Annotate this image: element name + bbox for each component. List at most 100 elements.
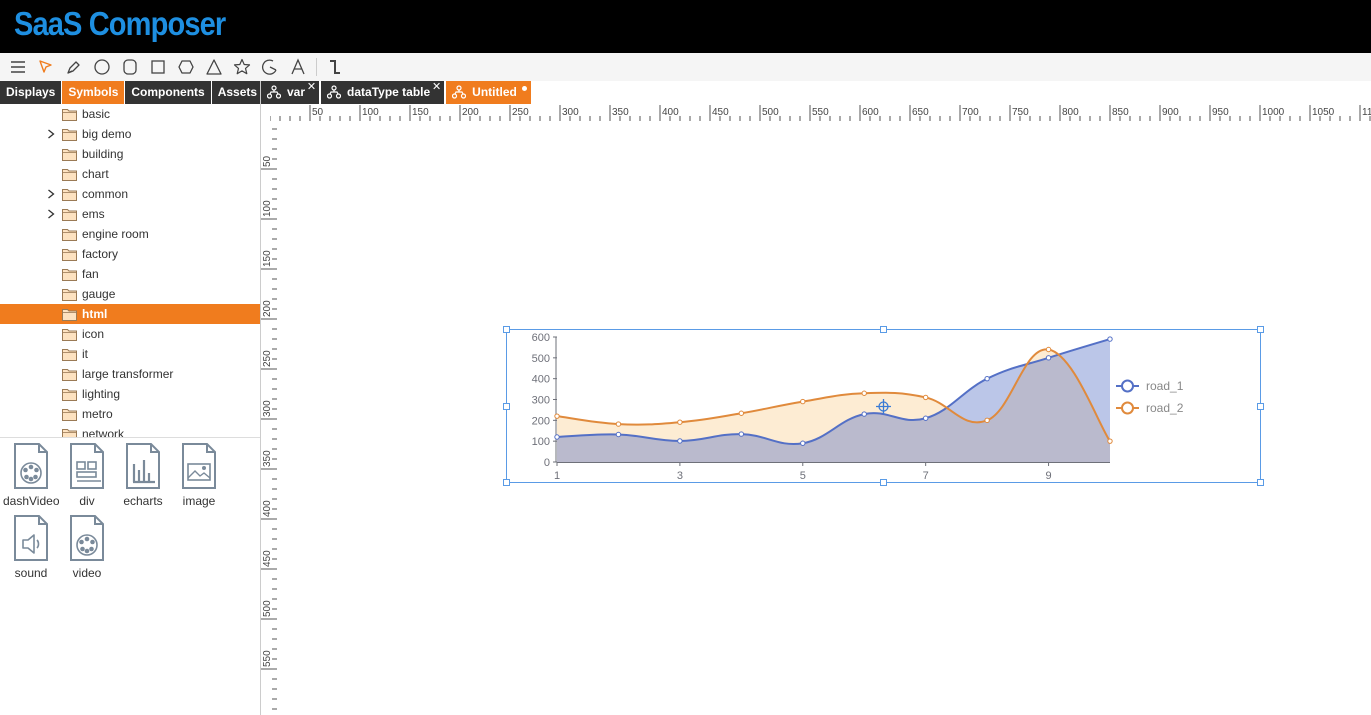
tree-item[interactable]: metro xyxy=(0,404,260,424)
ruler-label: 350 xyxy=(612,107,629,118)
doc-tab-label: Untitled xyxy=(472,85,517,99)
tree-item[interactable]: network xyxy=(0,424,260,437)
star-icon[interactable] xyxy=(228,54,256,80)
tree-item[interactable]: it xyxy=(0,344,260,364)
tab-components[interactable]: Components xyxy=(125,81,211,104)
tab-symbols[interactable]: Symbols xyxy=(62,81,125,104)
chevron-right-icon[interactable] xyxy=(45,204,57,224)
tree-item[interactable]: factory xyxy=(0,244,260,264)
tree-item-label: chart xyxy=(82,167,109,181)
circle-icon[interactable] xyxy=(88,54,116,80)
tree-item-label: common xyxy=(82,187,129,201)
tree-item-label: it xyxy=(82,347,88,361)
folder-icon xyxy=(62,327,77,341)
tree-item-label: large transformer xyxy=(82,367,174,381)
rect-icon[interactable] xyxy=(144,54,172,80)
hierarchy-icon xyxy=(327,85,342,99)
tree-item[interactable]: common xyxy=(0,184,260,204)
close-icon[interactable]: ✕ xyxy=(307,76,316,99)
tree-item-label: building xyxy=(82,147,124,161)
tree-item[interactable]: html xyxy=(0,304,260,324)
resize-handle-nw[interactable] xyxy=(503,326,510,333)
ruler-label: 300 xyxy=(262,400,273,417)
symbol-sound[interactable]: sound xyxy=(3,512,59,582)
doc-tab-untitled[interactable]: Untitled xyxy=(446,81,531,104)
symbol-label: div xyxy=(79,494,95,508)
hierarchy-icon xyxy=(267,85,281,99)
tree-item[interactable]: engine room xyxy=(0,224,260,244)
folder-icon xyxy=(62,147,77,161)
resize-handle-n[interactable] xyxy=(880,326,887,333)
resize-handle-w[interactable] xyxy=(503,403,510,410)
symbol-div[interactable]: div xyxy=(59,440,115,510)
folder-icon xyxy=(62,107,77,121)
ruler-label: 550 xyxy=(262,650,273,667)
tree-item[interactable]: chart xyxy=(0,164,260,184)
doc-tab-var[interactable]: var ✕ xyxy=(261,81,320,104)
ruler-label: 100 xyxy=(262,200,273,217)
tab-displays[interactable]: Displays xyxy=(0,81,62,104)
toolbar-divider xyxy=(316,58,317,76)
ruler-label: 150 xyxy=(262,250,273,267)
resize-handle-ne[interactable] xyxy=(1257,326,1264,333)
tree-item[interactable]: building xyxy=(0,144,260,164)
symbol-label: sound xyxy=(14,566,48,580)
ruler-label: 250 xyxy=(512,107,529,118)
tree-item-label: metro xyxy=(82,407,113,421)
symbol-echarts[interactable]: echarts xyxy=(115,440,171,510)
symbol-dashvideo[interactable]: dashVideo xyxy=(3,440,59,510)
ruler-label: 1050 xyxy=(1312,107,1335,118)
ruler-label: 750 xyxy=(1012,107,1029,118)
chevron-right-icon[interactable] xyxy=(45,124,57,144)
chart-file-icon xyxy=(126,443,160,489)
ruler-label: 1000 xyxy=(1262,107,1285,118)
move-crosshair-icon[interactable] xyxy=(876,399,891,414)
close-icon[interactable]: ✕ xyxy=(432,76,441,99)
tree-item[interactable]: lighting xyxy=(0,384,260,404)
resize-handle-se[interactable] xyxy=(1257,479,1264,486)
rounded-rect-icon[interactable] xyxy=(116,54,144,80)
tree-item[interactable]: big demo xyxy=(0,124,260,144)
tree-item[interactable]: fan xyxy=(0,264,260,284)
hexagon-icon[interactable] xyxy=(172,54,200,80)
ruler-label: 1100 xyxy=(1362,107,1371,118)
symbol-image[interactable]: image xyxy=(171,440,227,510)
triangle-icon[interactable] xyxy=(200,54,228,80)
menu-icon[interactable] xyxy=(4,54,32,80)
arc-icon[interactable] xyxy=(256,54,284,80)
layout-file-icon xyxy=(70,443,104,489)
folder-icon xyxy=(62,387,77,401)
horizontal-ruler: 50 100 150 200 250 300 350 400 450 500 550 600 650 70… xyxy=(270,105,1371,121)
tree-item-label: lighting xyxy=(82,387,121,401)
tree-item[interactable]: gauge xyxy=(0,284,260,304)
connector-icon[interactable] xyxy=(321,54,349,80)
tree-item[interactable]: large transformer xyxy=(0,364,260,384)
document-tabs: var ✕ dataType table ✕ Untitled xyxy=(261,81,533,104)
drawing-toolbar xyxy=(0,53,1371,81)
folder-icon xyxy=(62,167,77,181)
resize-handle-s[interactable] xyxy=(880,479,887,486)
ruler-label: 50 xyxy=(312,107,324,118)
tab-assets[interactable]: Assets xyxy=(211,81,264,104)
pen-icon[interactable] xyxy=(60,54,88,80)
image-file-icon xyxy=(182,443,216,489)
ruler-label: 300 xyxy=(562,107,579,118)
symbol-video[interactable]: video xyxy=(59,512,115,582)
resize-handle-e[interactable] xyxy=(1257,403,1264,410)
tree-item[interactable]: icon xyxy=(0,324,260,344)
chevron-right-icon[interactable] xyxy=(45,184,57,204)
ruler-label: 200 xyxy=(262,300,273,317)
folder-icon xyxy=(62,287,77,301)
vertical-ruler: 50 100 150 200 250 300 350 400 450 500 550 xyxy=(261,121,277,715)
ruler-label: 800 xyxy=(1062,107,1079,118)
tree-item-label: big demo xyxy=(82,127,132,141)
tree-item[interactable]: ems xyxy=(0,204,260,224)
select-arrow-icon[interactable] xyxy=(32,54,60,80)
ruler-label: 400 xyxy=(662,107,679,118)
tree-item[interactable]: basic xyxy=(0,104,260,124)
resize-handle-sw[interactable] xyxy=(503,479,510,486)
panel-divider xyxy=(0,437,260,438)
folder-icon xyxy=(62,407,77,421)
symbol-label: video xyxy=(72,566,102,580)
doc-tab-datatype-table[interactable]: dataType table ✕ xyxy=(321,81,445,104)
